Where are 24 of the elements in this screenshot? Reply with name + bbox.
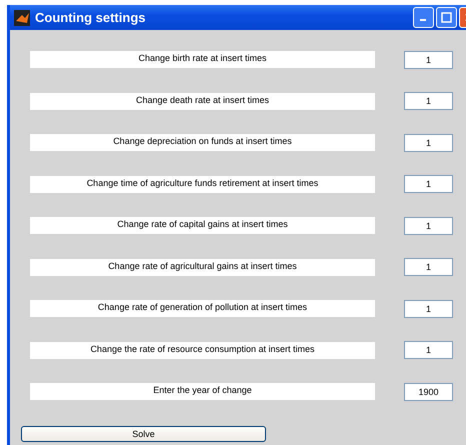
field-label: Change rate of generation of pollution at insert times <box>30 300 375 317</box>
input-field[interactable]: 1 <box>404 300 453 318</box>
solve-button[interactable]: Solve <box>21 426 266 442</box>
field-label: Change rate of capital gains at insert times <box>30 217 375 234</box>
input-field[interactable]: 1900 <box>404 382 453 400</box>
field-label: Change death rate at insert times <box>30 92 375 110</box>
field-label: Change the rate of resource consumption at insert times <box>30 342 375 358</box>
field-label: Change birth rate at insert times <box>30 51 375 68</box>
window-title: Counting settings <box>35 10 146 25</box>
input-field[interactable]: 1 <box>404 92 453 110</box>
input-field[interactable]: 1 <box>404 216 453 234</box>
field-label: Change time of agriculture funds retirement at insert times <box>30 176 375 192</box>
app-icon <box>14 10 30 26</box>
input-field[interactable]: 1 <box>404 341 453 359</box>
input-field[interactable]: 1 <box>404 134 453 152</box>
field-label: Enter the year of change <box>30 383 375 400</box>
input-field[interactable]: 1 <box>404 175 453 193</box>
maximize-icon <box>441 12 452 23</box>
field-label: Change depreciation on funds at insert times <box>30 134 375 151</box>
input-field[interactable]: 1 <box>404 258 453 276</box>
maximize-button[interactable] <box>436 7 457 28</box>
field-label: Change rate of agricultural gains at insert times <box>30 258 375 276</box>
minimize-button[interactable] <box>413 7 434 28</box>
input-field[interactable]: 1 <box>404 50 453 68</box>
